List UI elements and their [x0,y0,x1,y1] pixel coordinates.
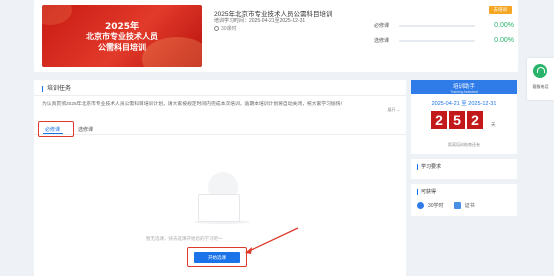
status-badge[interactable]: 去培训 [488,6,512,14]
progress-bar-elective [399,40,475,42]
empty-state-illustration [194,172,250,224]
training-task-panel: 培训任务 为认真贯彻2025年北京市专业技术人员公需科目培训计划，请大家按规定时… [34,80,406,276]
course-banner[interactable]: 2025年 北京市专业技术人员 公需科目培训 [42,5,202,67]
progress-value-required: 0.00% [494,22,514,29]
countdown-digit: 5 [449,111,465,129]
day-unit: 天 [491,122,496,127]
empty-state-text: 暂无选课，快去选课开始您的学习吧～ [146,236,223,241]
assistant-subtitle: Training Assistant [450,90,478,94]
course-date-range: 培训学习时间：2025-04-21至2025-12-31 [214,18,306,24]
requirements-title: 学习要求 [417,164,442,170]
certificate-icon [453,202,461,209]
section-title: 培训任务 [42,86,71,92]
training-assistant: 培训助手 Training Assistant 2025-04-21 至 202… [411,80,517,154]
progress-bar-required [399,25,475,27]
clock-icon [214,26,219,31]
progress-label-required: 必修课 [374,23,390,29]
obtainable-card: 可获得 30学时 证书 [411,184,517,216]
course-card: 2025年 北京市专业技术人员 公需科目培训 2025年北京市专业技术人员公需科… [34,0,518,72]
tab-elective[interactable]: 选修课 [78,126,93,133]
obtainable-title: 可获得 [417,189,437,195]
divider [34,134,406,135]
expand-link[interactable]: 展开 ⌄ [388,107,400,113]
empty-box [198,194,240,222]
assistant-title: 培训助手 [452,84,475,90]
countdown-caption: 距离培训结束还有 [448,142,480,147]
task-description: 为认真贯彻2025年北京市专业技术人员公需科目培训计划，请大家按规定时间内完成本… [42,102,346,107]
progress-value-elective: 0.00% [494,37,514,44]
customer-service-button[interactable]: 客服电话 [527,58,554,100]
headset-icon [533,64,547,78]
highlight-box-button [187,247,247,267]
learning-requirements-card: 学习要求 [411,159,517,179]
obtainable-row: 30学时 证书 [417,202,475,209]
progress-label-elective: 选修课 [374,38,390,44]
course-hours: 30课时 [221,26,237,32]
customer-service-label: 客服电话 [532,84,549,89]
divider [34,95,406,96]
hours-value: 30学时 [428,203,444,209]
highlight-box-tab [38,121,74,137]
countdown-digit: 2 [431,111,447,129]
assistant-date-range: 2025-04-21 至 2025-12-31 [431,101,497,107]
countdown: 2 5 2 [431,111,483,129]
banner-subtitle: 公需科目培训 [98,43,146,52]
course-meta: 30课时 [214,25,237,32]
assistant-header: 培训助手 Training Assistant [411,80,517,94]
certificate-label: 证书 [464,203,475,209]
hours-icon [417,202,424,209]
banner-title: 北京市专业技术人员 [86,32,158,41]
countdown-digit: 2 [467,111,483,129]
sidebar: 培训助手 Training Assistant 2025-04-21 至 202… [411,80,517,216]
